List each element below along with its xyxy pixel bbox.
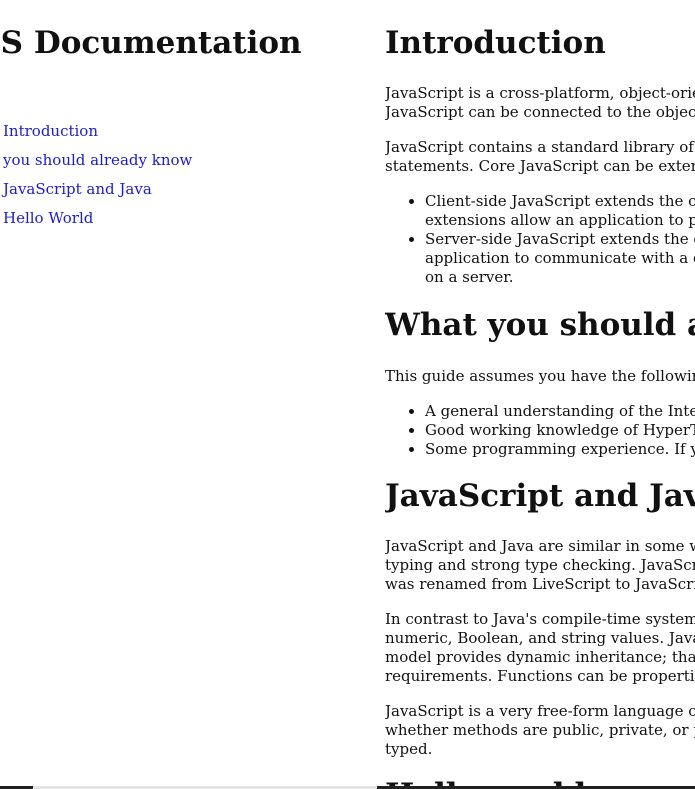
bullet-list: Client-side JavaScript extends the core … <box>385 192 695 287</box>
paragraph: JavaScript contains a standard library o… <box>385 138 695 176</box>
section-already-know: What you should already know This guide … <box>385 306 695 459</box>
text-line: extensions allow an application to place… <box>425 211 695 229</box>
text-line: typed. <box>385 740 433 758</box>
text-line: JavaScript can be connected to the objec… <box>385 103 695 121</box>
text-line: on a server. <box>425 268 514 286</box>
bullet-list: A general understanding of the Internet … <box>385 402 695 459</box>
section-heading: Introduction <box>385 25 606 61</box>
text-line: JavaScript and Java are similar in some … <box>385 537 695 555</box>
paragraph: JavaScript is a cross-platform, object-o… <box>385 84 695 122</box>
nav-item-already-know: you should already know <box>3 149 192 178</box>
text-line: numeric, Boolean, and string values. Jav… <box>385 629 695 647</box>
nav-title: JS Documentation <box>0 25 302 61</box>
section-heading: What you should already know <box>385 307 695 343</box>
navbar: JS Documentation Introduction you should… <box>0 0 366 789</box>
text-line: whether methods are public, private, or … <box>385 721 695 739</box>
list-item: Server-side JavaScript extends the core … <box>425 230 695 287</box>
nav-link-introduction[interactable]: Introduction <box>3 122 98 140</box>
list-item: A general understanding of the Internet … <box>425 402 695 421</box>
text-line: statements. Core JavaScript can be exten… <box>385 157 695 175</box>
section-introduction: Introduction JavaScript is a cross-platf… <box>385 24 695 287</box>
text-line: requirements. Functions can be propertie… <box>385 667 695 685</box>
text-line: Server-side JavaScript extends the core … <box>425 230 695 248</box>
text-line: typing and strong type checking. JavaScr… <box>385 556 695 574</box>
list-item: Some programming experience. If you are … <box>425 440 695 459</box>
nav-item-introduction: Introduction <box>3 120 192 149</box>
page: JS Documentation Introduction you should… <box>0 0 695 789</box>
list-item: Client-side JavaScript extends the core … <box>425 192 695 230</box>
nav-link-already-know[interactable]: you should already know <box>3 151 192 169</box>
text-line: In contrast to Java's compile-time syste… <box>385 610 695 628</box>
nav-item-hello-world: Hello World <box>3 207 192 236</box>
text-line: was renamed from LiveScript to JavaScrip… <box>385 575 695 593</box>
text-line: Client-side JavaScript extends the core … <box>425 192 695 210</box>
text-line: application to communicate with a databa… <box>425 249 695 267</box>
section-heading: JavaScript and Java <box>385 478 695 514</box>
text-line: JavaScript contains a standard library o… <box>385 138 695 156</box>
paragraph: JavaScript is a very free-form language … <box>385 702 695 759</box>
main-content: Introduction JavaScript is a cross-platf… <box>385 0 695 789</box>
text-line: JavaScript is a cross-platform, object-o… <box>385 84 695 102</box>
nav-list: Introduction you should already know Jav… <box>3 120 192 236</box>
nav-link-hello-world[interactable]: Hello World <box>3 209 93 227</box>
paragraph: This guide assumes you have the followin… <box>385 367 695 385</box>
section-javascript-and-java: JavaScript and Java JavaScript and Java … <box>385 477 695 759</box>
nav-item-javascript-and-java: JavaScript and Java <box>3 178 192 207</box>
paragraph: In contrast to Java's compile-time syste… <box>385 610 695 686</box>
nav-link-javascript-and-java[interactable]: JavaScript and Java <box>3 180 152 198</box>
text-line: model provides dynamic inheritance; that… <box>385 648 695 666</box>
text-line: JavaScript is a very free-form language … <box>385 702 695 720</box>
paragraph: JavaScript and Java are similar in some … <box>385 537 695 594</box>
list-item: Good working knowledge of HyperText Mark… <box>425 421 695 440</box>
